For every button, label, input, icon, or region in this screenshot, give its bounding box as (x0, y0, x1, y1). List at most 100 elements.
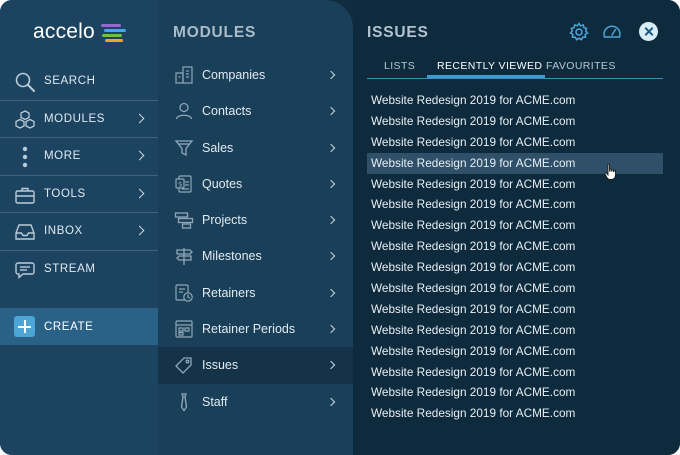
module-item-issues[interactable]: Issues (158, 347, 353, 384)
issue-list-item[interactable]: Website Redesign 2019 for ACME.com (367, 382, 663, 403)
nav-list: SEARCH MODULES MORE TOOLS INBOX STREAM (0, 63, 158, 288)
module-item-milestones[interactable]: Milestones (158, 238, 353, 274)
nav-item-label: SEARCH (44, 75, 96, 88)
quote-document-icon: $ (175, 175, 192, 193)
dashboard-gauge-icon[interactable] (602, 22, 622, 42)
issue-list-item[interactable]: Website Redesign 2019 for ACME.com (367, 132, 663, 153)
module-label: Contacts (202, 104, 252, 119)
toolbox-icon (15, 187, 35, 204)
module-label: Retainer Periods (202, 322, 296, 337)
nav-item-tools[interactable]: TOOLS (0, 176, 158, 213)
modules-list: Companies Contacts Sales $ Quotes Projec… (158, 57, 353, 420)
nav-item-search[interactable]: SEARCH (0, 63, 158, 101)
chevron-right-icon (326, 215, 336, 225)
modules-panel: MODULES Companies Contacts Sales $ Quote… (158, 0, 353, 455)
module-item-retainer-periods[interactable]: Retainer Periods (158, 311, 353, 347)
main-nav: accelo SEARCH MODULES MORE TOOLS INBOX S… (0, 0, 158, 455)
issue-list-item[interactable]: Website Redesign 2019 for ACME.com (367, 215, 663, 236)
active-tab-indicator (427, 75, 545, 78)
modules-title: MODULES (173, 24, 257, 41)
tie-icon (180, 393, 188, 412)
module-label: Quotes (202, 176, 243, 191)
nav-item-more[interactable]: MORE (0, 138, 158, 176)
svg-text:$: $ (178, 180, 182, 188)
inbox-icon (15, 224, 35, 240)
issues-title: ISSUES (367, 24, 429, 41)
issue-list-item[interactable]: Website Redesign 2019 for ACME.com (367, 341, 663, 362)
tag-icon (175, 357, 192, 375)
issue-list-item[interactable]: Website Redesign 2019 for ACME.com (367, 278, 663, 299)
nav-item-label: TOOLS (44, 187, 86, 200)
brand-logo[interactable]: accelo (33, 18, 127, 46)
module-label: Projects (202, 213, 248, 228)
search-icon (15, 72, 35, 92)
issues-panel: ISSUES LISTS RECENTLY VIEWED FAVOURITES … (353, 0, 680, 455)
plus-icon (14, 316, 35, 337)
gear-icon[interactable] (569, 22, 589, 42)
tab-favourites[interactable]: FAVOURITES (546, 60, 616, 72)
issue-list-item[interactable]: Website Redesign 2019 for ACME.com (367, 152, 663, 174)
retainer-periods-icon (175, 320, 193, 338)
chevron-right-icon (134, 150, 145, 161)
mouse-pointer-icon (604, 163, 616, 180)
chevron-right-icon (134, 188, 145, 198)
chevron-right-icon (326, 288, 336, 298)
cubes-icon (15, 109, 35, 129)
chevron-right-icon (326, 143, 336, 152)
chat-bubble-icon (15, 261, 35, 279)
funnel-icon (174, 139, 194, 156)
module-label: Retainers (202, 285, 256, 300)
building-icon (175, 66, 193, 84)
chevron-right-icon (326, 324, 336, 334)
issue-list-item[interactable]: Website Redesign 2019 for ACME.com (367, 174, 663, 195)
app-window: accelo SEARCH MODULES MORE TOOLS INBOX S… (0, 0, 680, 455)
issue-list-item[interactable]: Website Redesign 2019 for ACME.com (367, 90, 663, 111)
nav-item-label: MODULES (44, 112, 106, 125)
module-label: Companies (202, 68, 266, 82)
nav-item-label: STREAM (44, 263, 96, 276)
tab-recently-viewed[interactable]: RECENTLY VIEWED (437, 60, 542, 72)
issue-list-item[interactable]: Website Redesign 2019 for ACME.com (367, 111, 663, 132)
close-icon[interactable] (639, 22, 658, 41)
issue-list-item[interactable]: Website Redesign 2019 for ACME.com (367, 257, 663, 278)
module-item-projects[interactable]: Projects (158, 202, 353, 238)
issue-list-item[interactable]: Website Redesign 2019 for ACME.com (367, 194, 663, 215)
brand-name: accelo (33, 20, 95, 43)
chevron-right-icon (326, 361, 336, 370)
module-item-retainers[interactable]: Retainers (158, 275, 353, 311)
person-icon (175, 103, 193, 120)
issue-list-item[interactable]: Website Redesign 2019 for ACME.com (367, 320, 663, 341)
module-label: Sales (202, 140, 234, 155)
chevron-right-icon (134, 225, 145, 236)
create-button[interactable]: CREATE (0, 308, 158, 345)
chevron-right-icon (134, 113, 145, 123)
nav-item-label: MORE (44, 150, 81, 163)
module-item-staff[interactable]: Staff (158, 384, 353, 420)
retainer-icon (175, 284, 193, 302)
module-item-sales[interactable]: Sales (158, 130, 353, 166)
brand-mark-icon (100, 22, 127, 42)
nav-item-label: INBOX (44, 225, 83, 238)
issue-list-item[interactable]: Website Redesign 2019 for ACME.com (367, 362, 663, 383)
issues-tabs: LISTS RECENTLY VIEWED FAVOURITES (367, 58, 663, 79)
chevron-right-icon (326, 397, 336, 406)
tab-lists[interactable]: LISTS (384, 60, 415, 72)
module-item-companies[interactable]: Companies (158, 57, 353, 93)
issue-list-item[interactable]: Website Redesign 2019 for ACME.com (367, 403, 663, 424)
more-dots-icon (22, 146, 28, 168)
chevron-right-icon (326, 179, 336, 189)
module-item-contacts[interactable]: Contacts (158, 93, 353, 129)
issue-list-item[interactable]: Website Redesign 2019 for ACME.com (367, 236, 663, 257)
nav-item-modules[interactable]: MODULES (0, 101, 158, 138)
nav-item-inbox[interactable]: INBOX (0, 213, 158, 251)
signpost-icon (176, 248, 193, 266)
create-label: CREATE (44, 320, 94, 333)
chevron-right-icon (326, 107, 336, 116)
module-label: Issues (202, 358, 239, 373)
module-label: Staff (202, 394, 228, 409)
issue-list-item[interactable]: Website Redesign 2019 for ACME.com (367, 299, 663, 320)
nav-item-stream[interactable]: STREAM (0, 251, 158, 289)
gantt-icon (174, 212, 194, 229)
module-item-quotes[interactable]: $ Quotes (158, 166, 353, 202)
chevron-right-icon (326, 70, 336, 80)
